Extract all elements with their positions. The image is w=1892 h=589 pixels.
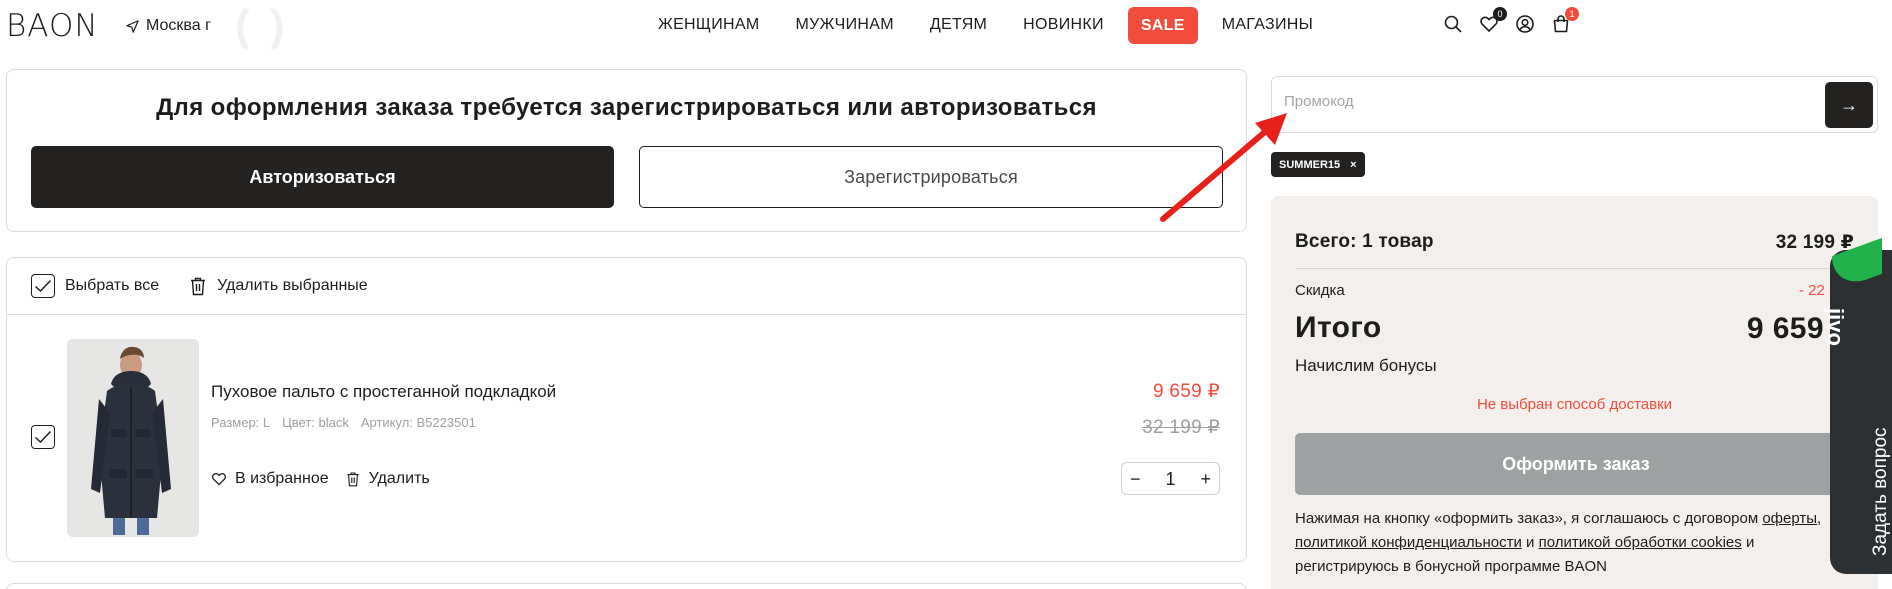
search-icon [1444, 15, 1462, 33]
cart-items-card: Выбрать все Удалить выбранные Пуховое па… [6, 257, 1247, 562]
product-color: Цвет: black [282, 415, 349, 430]
city-name: Москва г [146, 17, 211, 34]
product-size: Размер: L [211, 415, 271, 430]
item-actions: В избранное Удалить [211, 470, 430, 488]
legal-text-1: Нажимая на кнопку «оформить заказ», я со… [1295, 510, 1763, 527]
site-header: BAON Москва г ( ) ЖЕНЩИНАМ МУЖЧИНАМ ДЕТЯ… [0, 0, 1892, 52]
summary-grand-total-row: Итого 9 659 ₽ [1295, 311, 1854, 346]
privacy-policy-link[interactable]: политикой конфиденциальности [1295, 534, 1522, 551]
check-icon [34, 430, 52, 444]
account-button[interactable] [1514, 13, 1536, 35]
select-all-checkbox[interactable] [31, 274, 55, 298]
user-icon [1516, 15, 1534, 33]
auth-required-title: Для оформления заказа требуется зарегист… [156, 94, 1097, 121]
legal-notice: Нажимая на кнопку «оформить заказ», я со… [1295, 507, 1855, 579]
next-cart-section [6, 583, 1247, 589]
main-nav: ЖЕНЩИНАМ МУЖЧИНАМ ДЕТЯМ НОВИНКИ SALE МАГ… [640, 6, 1331, 44]
select-all-control[interactable]: Выбрать все [31, 274, 159, 298]
remove-promo-icon[interactable]: × [1350, 159, 1356, 171]
summary-total-label: Всего: 1 товар [1295, 231, 1434, 252]
add-to-favorites-button[interactable]: В избранное [211, 470, 329, 488]
trash-icon [347, 472, 359, 487]
delete-item-button[interactable]: Удалить [345, 470, 430, 488]
nav-women[interactable]: ЖЕНЩИНАМ [640, 10, 777, 40]
auth-required-card: Для оформления заказа требуется зарегист… [6, 69, 1247, 232]
cart-button[interactable]: 1 [1550, 7, 1579, 35]
item-checkbox[interactable] [31, 425, 55, 449]
jivo-logo: jivo [1823, 308, 1848, 346]
header-icons: 0 1 [1442, 7, 1579, 35]
city-selector[interactable]: Москва г [125, 17, 211, 35]
delete-selected-button[interactable]: Удалить выбранные [189, 276, 368, 296]
summary-divider [1295, 268, 1854, 269]
search-button[interactable] [1442, 13, 1464, 35]
applied-promo-code: SUMMER15 [1279, 158, 1341, 171]
background-ghost-text: ( ) [235, 1, 289, 50]
baon-logo[interactable]: BAON [6, 10, 99, 42]
trash-icon [191, 277, 206, 296]
promo-code-input[interactable] [1284, 93, 1784, 110]
cart-toolbar: Выбрать все Удалить выбранные [7, 258, 1246, 315]
jivo-ask-question-label[interactable]: Задать вопрос [1870, 427, 1892, 556]
price-current: 9 659 ₽ [1152, 381, 1220, 402]
decrease-quantity-button[interactable]: − [1130, 470, 1141, 488]
delete-item-label: Удалить [368, 470, 430, 487]
product-image[interactable] [67, 339, 199, 537]
heart-icon [211, 473, 227, 486]
summary-bonus-label: Начислим бонусы [1295, 356, 1437, 375]
price-old: 32 199 ₽ [1142, 417, 1220, 438]
offer-link[interactable]: оферты [1762, 510, 1817, 527]
arrow-right-icon: → [1840, 94, 1858, 115]
quantity-stepper: − 1 + [1121, 462, 1220, 495]
cookies-policy-link[interactable]: политикой обработки cookies [1539, 534, 1742, 551]
summary-grand-label: Итого [1295, 311, 1382, 344]
check-icon [34, 279, 52, 293]
applied-promo-chip: SUMMER15 × [1271, 152, 1365, 177]
nav-sale[interactable]: SALE [1127, 6, 1198, 44]
nav-men[interactable]: МУЖЧИНАМ [777, 10, 911, 40]
summary-discount-label: Скидка [1295, 282, 1345, 299]
promo-code-field: → [1271, 76, 1878, 133]
product-attributes: Размер: L Цвет: black Артикул: B5223501 [211, 415, 476, 430]
order-summary: Всего: 1 товар 32 199 ₽ Скидка - 22 540 … [1271, 196, 1878, 589]
apply-promo-button[interactable]: → [1825, 82, 1873, 128]
login-button[interactable]: Авторизоваться [31, 146, 614, 208]
cart-count-badge: 1 [1565, 7, 1579, 21]
summary-discount-row: Скидка - 22 540 [1295, 282, 1854, 299]
product-photo-coat [67, 339, 199, 537]
favorites-count-badge: 0 [1493, 7, 1507, 21]
product-sku: Артикул: B5223501 [360, 415, 476, 430]
nav-stores[interactable]: МАГАЗИНЫ [1204, 10, 1331, 40]
nav-kids[interactable]: ДЕТЯМ [912, 10, 1005, 40]
legal-text-2: , [1817, 510, 1822, 527]
register-button[interactable]: Зарегистрироваться [639, 146, 1223, 208]
nav-new[interactable]: НОВИНКИ [1005, 10, 1122, 40]
legal-text-3: и [1521, 534, 1539, 551]
delete-selected-label: Удалить выбранные [217, 277, 368, 294]
summary-total-row: Всего: 1 товар 32 199 ₽ [1295, 231, 1854, 254]
quantity-value[interactable]: 1 [1165, 470, 1175, 488]
summary-bonus-row: Начислим бонусы +6 [1295, 356, 1854, 376]
add-to-favorites-label: В избранное [235, 470, 329, 487]
place-order-button[interactable]: Оформить заказ [1295, 433, 1857, 495]
favorites-button[interactable]: 0 [1478, 7, 1507, 35]
location-arrow-icon [126, 19, 139, 33]
product-name[interactable]: Пуховое пальто с простеганной подкладкой [211, 382, 556, 402]
delivery-warning: Не выбран способ доставки [1476, 396, 1673, 413]
increase-quantity-button[interactable]: + [1200, 470, 1211, 488]
select-all-label: Выбрать все [65, 277, 160, 294]
